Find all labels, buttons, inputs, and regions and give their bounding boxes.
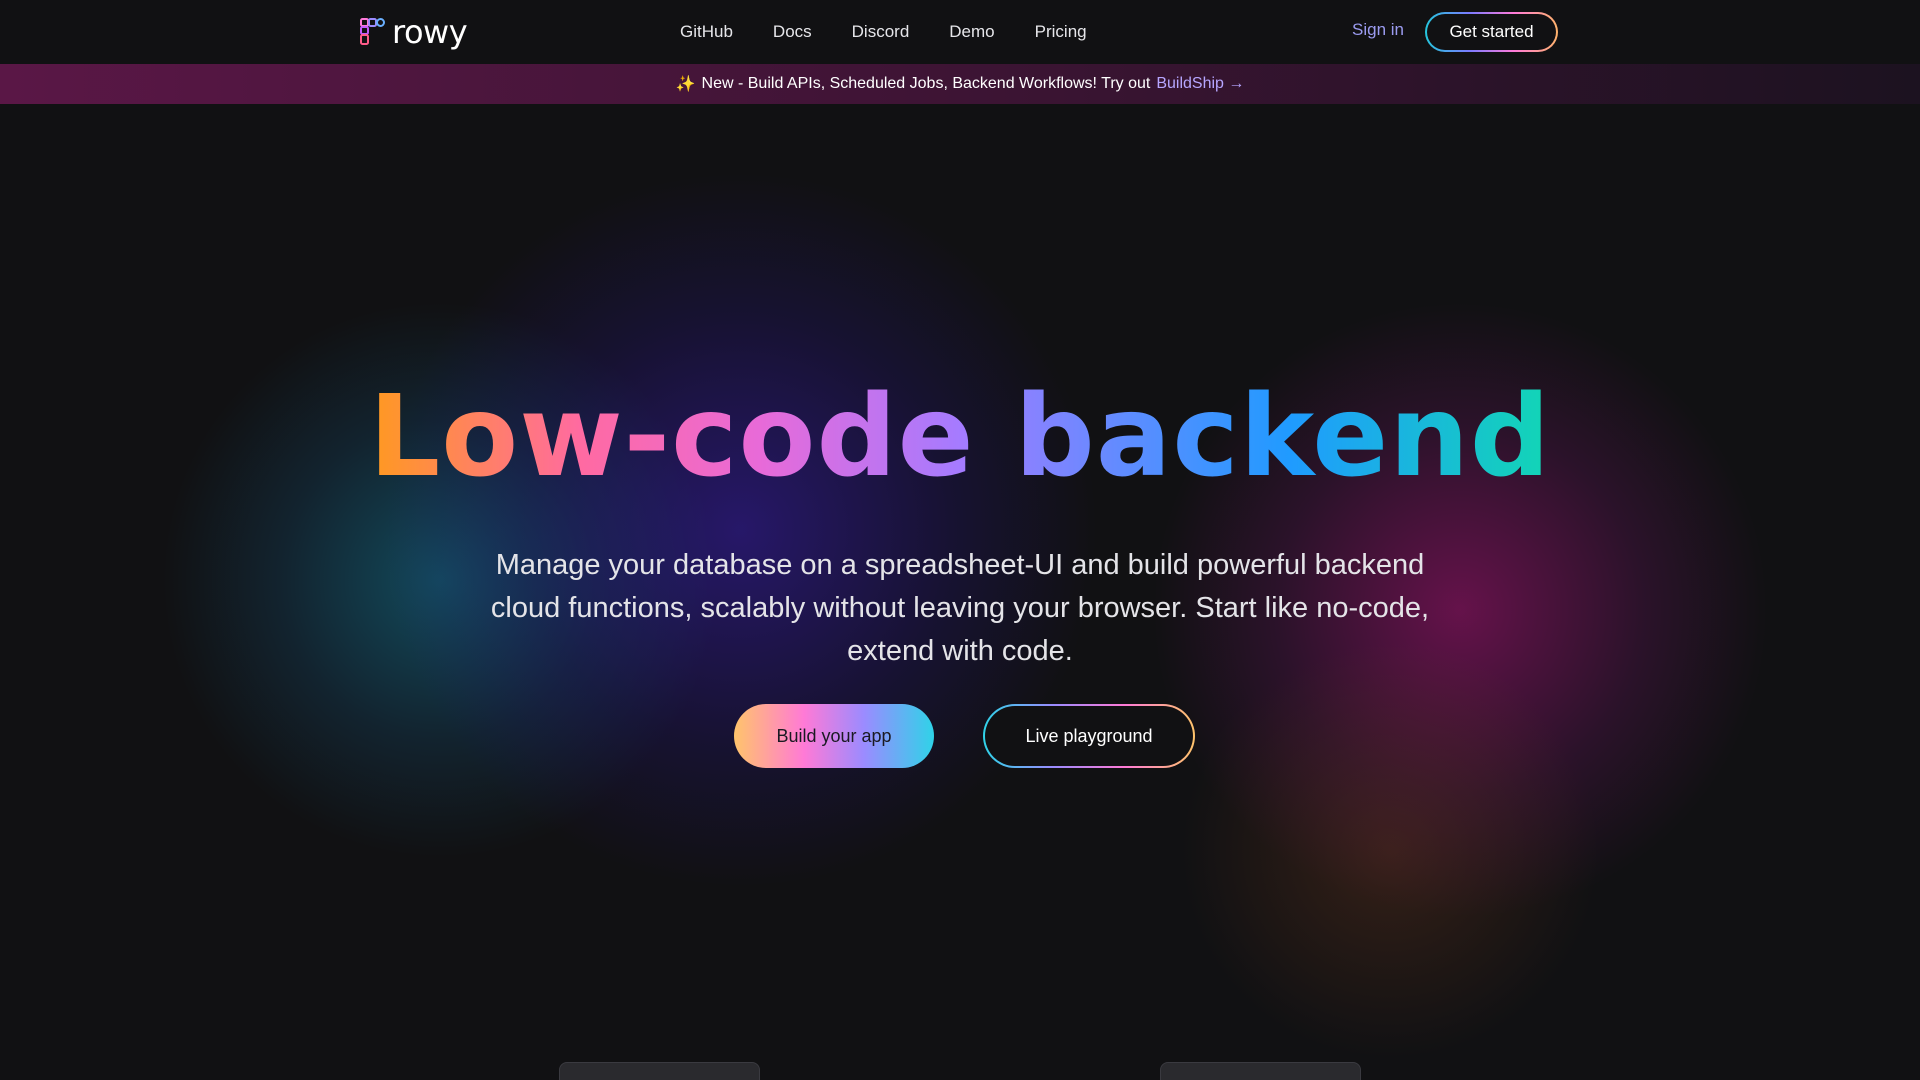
nav-link-docs[interactable]: Docs: [773, 22, 812, 42]
background-glow-indigo: [380, 170, 1100, 890]
banner-text: New - Build APIs, Scheduled Jobs, Backen…: [701, 75, 1151, 92]
announcement-banner: ✨ New - Build APIs, Scheduled Jobs, Back…: [0, 64, 1920, 104]
get-started-label: Get started: [1427, 14, 1556, 50]
nav-link-discord[interactable]: Discord: [852, 22, 910, 42]
brand-logo[interactable]: rowy: [360, 13, 468, 51]
sign-in-link[interactable]: Sign in: [1352, 20, 1404, 40]
buildship-link[interactable]: BuildShip →: [1156, 75, 1244, 93]
live-playground-label: Live playground: [985, 706, 1193, 766]
sparkle-icon: ✨: [675, 76, 696, 93]
page: rowy GitHub Docs Discord Demo Pricing Si…: [0, 0, 1920, 1080]
main-nav: GitHub Docs Discord Demo Pricing: [680, 0, 1087, 64]
get-started-button[interactable]: Get started: [1425, 12, 1558, 52]
preview-card-left: [559, 1062, 760, 1080]
nav-link-pricing[interactable]: Pricing: [1035, 22, 1087, 42]
brand-name: rowy: [392, 13, 468, 51]
hero-title-text: Low-code backend: [368, 372, 1552, 502]
hero-title: Low-code backend: [0, 372, 1920, 502]
nav-link-github[interactable]: GitHub: [680, 22, 733, 42]
top-navbar: rowy GitHub Docs Discord Demo Pricing Si…: [0, 0, 1920, 64]
background-glow-amber: [1180, 640, 1600, 1060]
rowy-logo-icon: [360, 18, 386, 46]
hero-subtitle: Manage your database on a spreadsheet-UI…: [490, 549, 1430, 667]
preview-card-right: [1160, 1062, 1361, 1080]
nav-link-demo[interactable]: Demo: [949, 22, 994, 42]
live-playground-button[interactable]: Live playground: [983, 704, 1195, 768]
build-your-app-button[interactable]: Build your app: [734, 704, 934, 768]
